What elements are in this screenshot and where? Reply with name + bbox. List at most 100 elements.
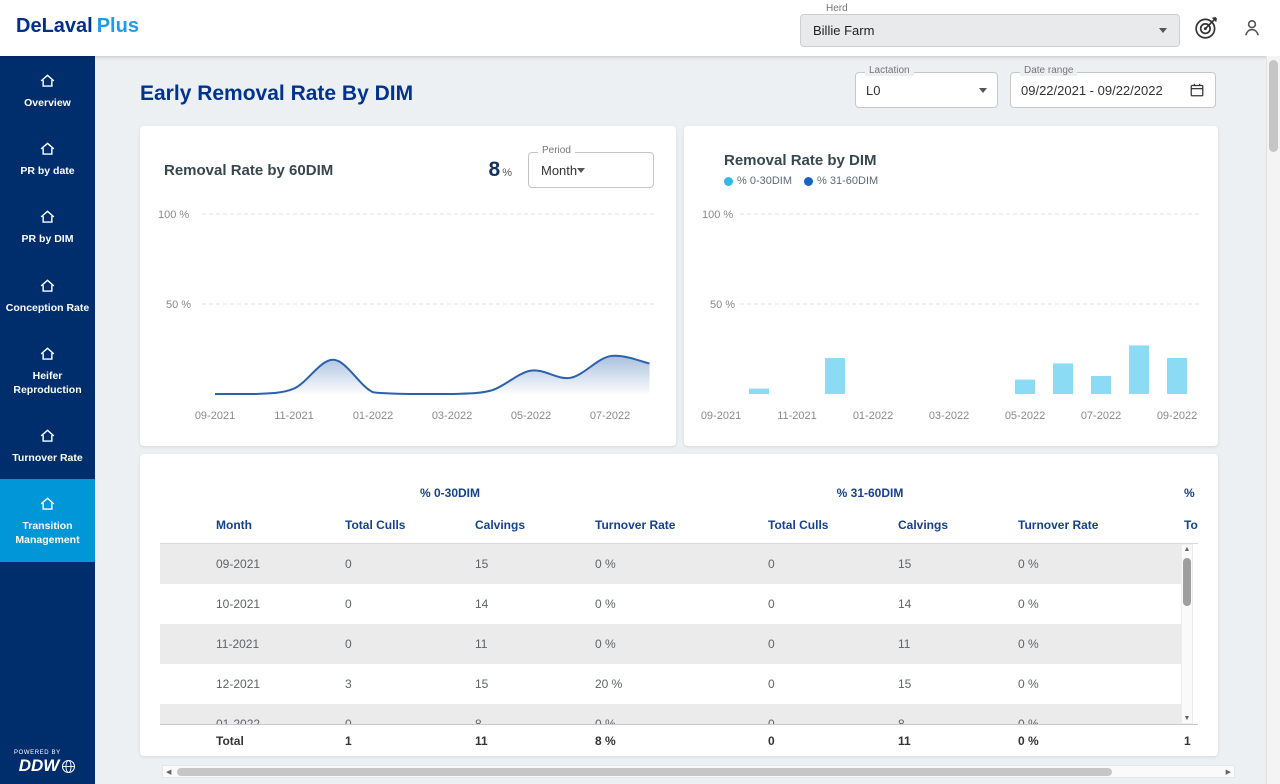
period-label: Period (538, 145, 575, 156)
sidebar-item-label: PR by DIM (22, 232, 74, 246)
user-icon[interactable] (1240, 16, 1264, 40)
svg-text:100 %: 100 % (158, 209, 189, 221)
sidebar: Overview PR by date PR by DIM Conception Ra… (0, 56, 95, 784)
table-total-cell: 1 (345, 734, 475, 748)
sidebar-item-pr-by-date[interactable]: PR by date (0, 124, 95, 192)
sidebar-nav: Overview PR by date PR by DIM Conception Ra… (0, 56, 95, 562)
table-cell: 15 (475, 557, 595, 571)
svg-text:07-2022: 07-2022 (590, 410, 630, 422)
bar-chart: 100 %50 %09-202111-202101-202203-202205-… (700, 198, 1205, 430)
table-cell: 01-2022 (160, 717, 345, 724)
table-row: 09-20210150 %0150 % (160, 544, 1181, 584)
table-head-row: MonthTotal CullsCalvingsTurnover RateTot… (160, 506, 1198, 544)
chevron-down-icon (1159, 28, 1167, 33)
table-cell: 15 (898, 677, 1018, 691)
sidebar-item-overview[interactable]: Overview (0, 56, 95, 124)
home-icon (38, 276, 57, 295)
table-total-cell: 0 % (1018, 734, 1184, 748)
svg-text:01-2022: 01-2022 (853, 410, 893, 422)
sidebar-item-label: Overview (24, 96, 71, 110)
home-icon (38, 344, 57, 363)
horizontal-scrollbar[interactable]: ◀ ▶ (162, 765, 1235, 778)
globe-icon (61, 759, 76, 774)
svg-text:09-2022: 09-2022 (1157, 410, 1197, 422)
table-cell: 0 % (595, 557, 768, 571)
date-range-label: Date range (1020, 65, 1077, 76)
table-cell: 15 (898, 557, 1018, 571)
table-cell: 14 (898, 597, 1018, 611)
home-icon (38, 426, 57, 445)
lactation-select[interactable]: Lactation L0 (855, 72, 998, 108)
period-select[interactable]: Period Month (528, 152, 654, 188)
target-icon[interactable] (1193, 14, 1220, 41)
legend: % 0-30DIM % 31-60DIM (684, 169, 1218, 187)
table-cell: 11-2021 (160, 637, 345, 651)
table-total-cell: 1 (1184, 734, 1198, 748)
sidebar-item-pr-by-dim[interactable]: PR by DIM (0, 192, 95, 260)
column-header: Calvings (898, 518, 1018, 532)
table-row: 01-2022080 %080 % (160, 704, 1181, 724)
lactation-label: Lactation (865, 65, 914, 76)
app-logo: DeLavalPlus (16, 15, 139, 38)
main-content: Early Removal Rate By DIM Lactation L0 D… (95, 56, 1266, 784)
home-icon (38, 139, 57, 158)
table-cell: 0 % (595, 597, 768, 611)
table-cell: 09-2021 (160, 557, 345, 571)
table-vertical-scrollbar[interactable]: ▲ ▼ (1181, 544, 1193, 724)
svg-text:09-2021: 09-2021 (195, 410, 235, 422)
calendar-icon (1189, 82, 1205, 98)
svg-text:50 %: 50 % (710, 299, 735, 311)
svg-text:03-2022: 03-2022 (432, 410, 472, 422)
legend-item[interactable]: % 0-30DIM (724, 175, 792, 187)
table-cell: 11 (898, 637, 1018, 651)
table-cell: 0 (345, 717, 475, 724)
logo-plus: Plus (97, 15, 139, 37)
sidebar-item-label: Turnover Rate (12, 451, 82, 465)
table-body: 09-20210150 %0150 %10-20210140 %0140 %11… (160, 544, 1181, 724)
herd-select[interactable]: Billie Farm (800, 14, 1180, 47)
scroll-down-arrow-icon[interactable]: ▼ (1182, 715, 1192, 722)
table-cell: 0 (768, 597, 898, 611)
bar-chart-card: Removal Rate by DIM % 0-30DIM% 31-60DIM … (684, 126, 1218, 446)
herd-value: Billie Farm (813, 23, 1159, 38)
scroll-left-arrow-icon[interactable]: ◀ (166, 768, 171, 776)
line-chart-title: Removal Rate by 60DIM (164, 162, 489, 179)
sidebar-item-label: Heifer Reproduction (3, 369, 92, 397)
table-row: 12-202131520 %0150 % (160, 664, 1181, 704)
table-cell: 8 (475, 717, 595, 724)
group-cut: % (1184, 486, 1195, 500)
scroll-right-arrow-icon[interactable]: ▶ (1226, 768, 1231, 776)
table-cell: 0 % (1018, 637, 1181, 651)
svg-text:07-2022: 07-2022 (1081, 410, 1121, 422)
table-total-row: Total1118 %0110 %1 (160, 724, 1198, 756)
table-row: 11-20210110 %0110 % (160, 624, 1181, 664)
page-scroll-thumb[interactable] (1269, 60, 1278, 152)
table-cell: 0 (345, 557, 475, 571)
table-cell: 11 (475, 637, 595, 651)
sidebar-item-transition-management[interactable]: Transition Management (0, 479, 95, 561)
table-cell: 8 (898, 717, 1018, 724)
sidebar-item-heifer-reproduction[interactable]: Heifer Reproduction (0, 329, 95, 411)
table-cell: 14 (475, 597, 595, 611)
topbar-icons (1193, 14, 1264, 41)
table-row: 10-20210140 %0140 % (160, 584, 1181, 624)
table-cell: 0 (345, 597, 475, 611)
svg-text:05-2022: 05-2022 (511, 410, 551, 422)
bar-chart-title: Removal Rate by DIM (684, 126, 1218, 169)
legend-dot-icon (804, 177, 813, 186)
table-scroll-thumb[interactable] (1183, 558, 1191, 606)
svg-text:50 %: 50 % (166, 299, 191, 311)
horizontal-scroll-thumb[interactable] (177, 768, 1112, 776)
legend-item[interactable]: % 31-60DIM (804, 175, 878, 187)
page-vertical-scrollbar[interactable] (1266, 56, 1280, 784)
date-range-input[interactable]: Date range 09/22/2021 - 09/22/2022 (1010, 72, 1216, 108)
sidebar-item-turnover-rate[interactable]: Turnover Rate (0, 411, 95, 479)
table-cell: 0 % (1018, 717, 1181, 724)
chevron-down-icon (577, 168, 585, 173)
sidebar-item-conception-rate[interactable]: Conception Rate (0, 261, 95, 329)
herd-select-wrap: Herd Billie Farm (800, 3, 1180, 47)
period-value: Month (541, 163, 577, 178)
scroll-up-arrow-icon[interactable]: ▲ (1182, 546, 1192, 553)
svg-text:05-2022: 05-2022 (1005, 410, 1045, 422)
svg-text:03-2022: 03-2022 (929, 410, 969, 422)
